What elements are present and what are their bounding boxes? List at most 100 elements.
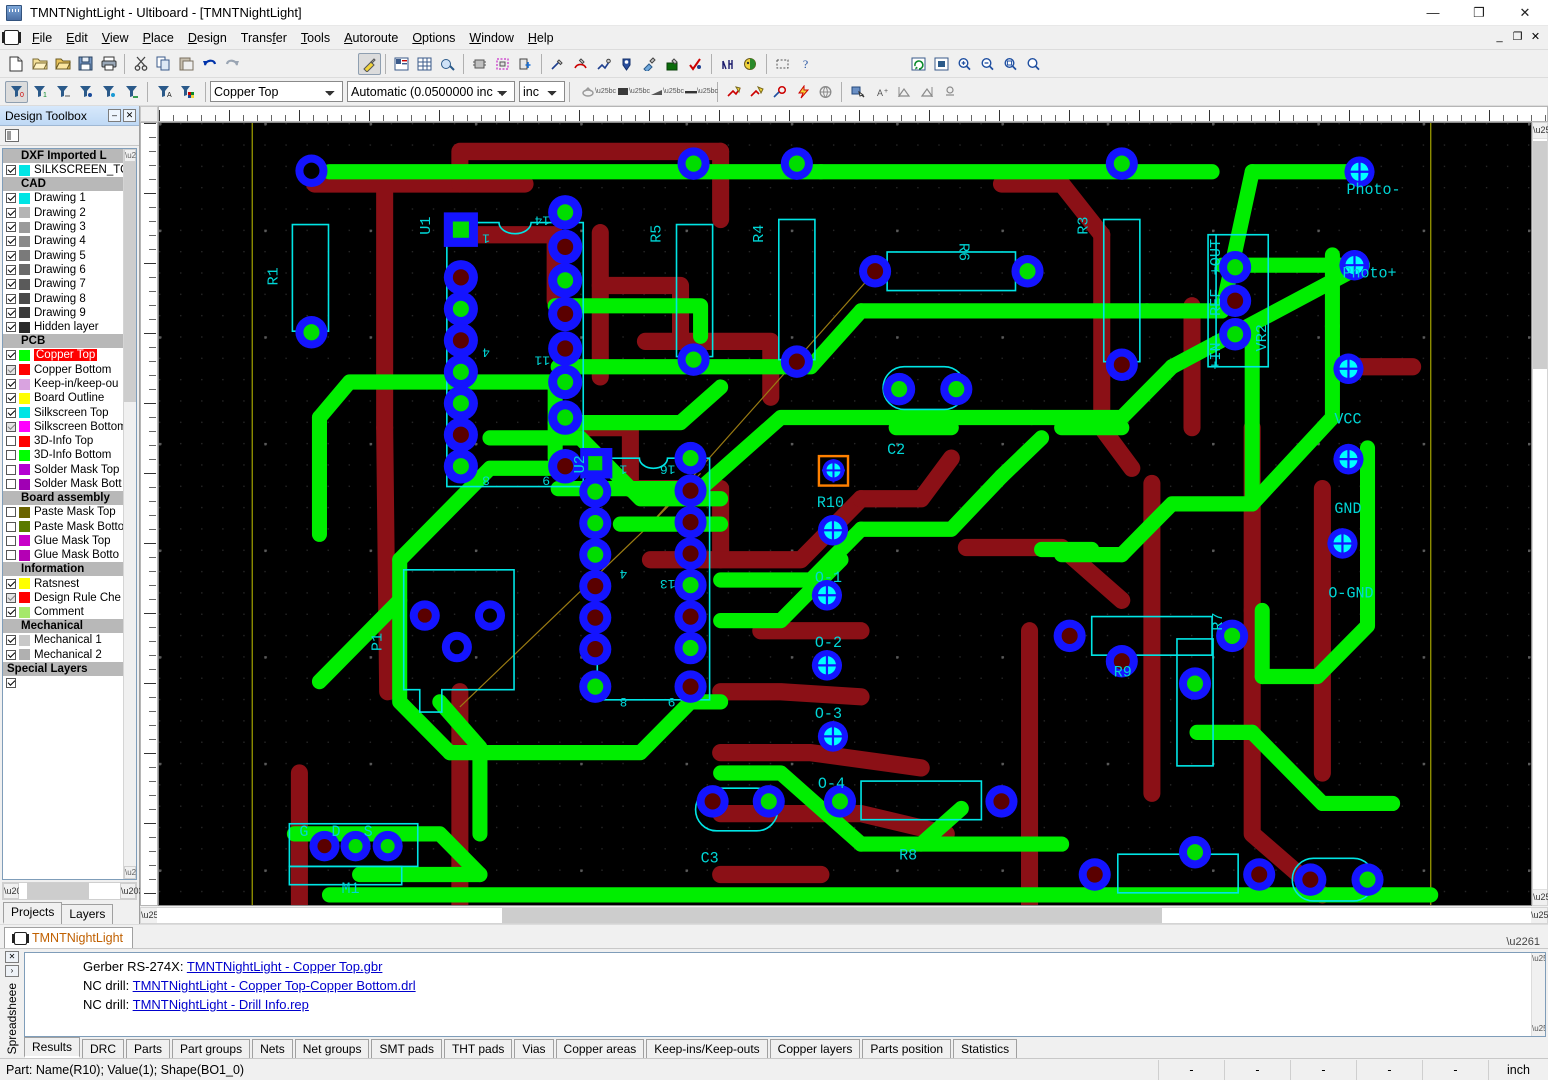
layer-color-swatch[interactable] xyxy=(19,549,30,561)
minimize-button[interactable]: — xyxy=(1410,0,1456,26)
layer-row[interactable]: Silkscreen Top xyxy=(3,405,123,419)
layer-filter-a-icon[interactable]: A xyxy=(152,81,175,103)
line-width-dropdown[interactable]: \u25bc xyxy=(697,81,718,103)
mdi-minimize-button[interactable]: _ xyxy=(1491,29,1508,46)
spreadsheet-tab-net-groups[interactable]: Net groups xyxy=(294,1039,370,1058)
color-icon[interactable] xyxy=(739,53,762,75)
spreadsheet-tab-smt-pads[interactable]: SMT pads xyxy=(371,1039,442,1058)
spreadsheet-close-button[interactable]: ✕ xyxy=(5,951,19,963)
spreadsheet-tab-results[interactable]: Results xyxy=(24,1037,81,1058)
spreadsheet-tab-statistics[interactable]: Statistics xyxy=(953,1039,1018,1058)
design-toolbox-close-button[interactable]: ✕ xyxy=(123,109,136,122)
layer-row[interactable]: SILKSCREEN_TO xyxy=(3,163,123,177)
layer-filter-2-icon[interactable] xyxy=(51,81,74,103)
new-file-icon[interactable] xyxy=(5,53,28,75)
layer-row[interactable]: Drawing 7 xyxy=(3,277,123,291)
menu-design[interactable]: Design xyxy=(181,28,234,48)
results-list[interactable]: Gerber RS-274X: TMNTNightLight - Copper … xyxy=(24,952,1546,1037)
layer-color-swatch[interactable] xyxy=(19,235,30,247)
layer-color-swatch[interactable] xyxy=(19,407,30,419)
layer-color-icon[interactable] xyxy=(175,81,198,103)
layer-row[interactable]: 3D-Info Bottom xyxy=(3,448,123,462)
layer-color-swatch[interactable] xyxy=(19,506,30,518)
layer-color-swatch[interactable] xyxy=(19,478,30,490)
paste-icon[interactable] xyxy=(175,53,198,75)
layer-visibility-checkbox[interactable] xyxy=(6,207,16,218)
open-file-icon[interactable] xyxy=(28,53,51,75)
layer-color-swatch[interactable] xyxy=(19,221,30,233)
layer-row[interactable]: Glue Mask Botto xyxy=(3,548,123,562)
layer-visibility-checkbox[interactable] xyxy=(6,535,16,546)
result-link[interactable]: TMNTNightLight - Drill Info.rep xyxy=(133,997,309,1012)
globe-icon[interactable] xyxy=(814,81,837,103)
layer-row[interactable]: Drawing 1 xyxy=(3,191,123,205)
layer-list[interactable]: DXF Imported L SILKSCREEN_TO CAD Drawing 1D… xyxy=(2,148,137,880)
menu-window[interactable]: Window xyxy=(462,28,520,48)
spreadsheet-tab-tht-pads[interactable]: THT pads xyxy=(443,1039,513,1058)
design-toolbox-minimize-button[interactable]: – xyxy=(108,109,121,122)
layer-row[interactable]: Mechanical 2 xyxy=(3,648,123,662)
result-link[interactable]: TMNTNightLight - Copper Top-Copper Botto… xyxy=(133,978,416,993)
menu-tools[interactable]: Tools xyxy=(294,28,337,48)
layer-color-swatch[interactable] xyxy=(19,364,30,376)
open-folder-icon[interactable] xyxy=(51,53,74,75)
zoom-area-icon[interactable] xyxy=(1022,53,1045,75)
layer-visibility-checkbox[interactable] xyxy=(6,293,16,304)
layer-row[interactable]: Board Outline xyxy=(3,391,123,405)
canvas-vscroll-thumb[interactable] xyxy=(1533,141,1547,369)
tab-overflow-icon[interactable]: \u2261 xyxy=(1506,936,1548,948)
autoroute-icon[interactable] xyxy=(722,81,745,103)
results-scroll-up[interactable]: \u25b2 xyxy=(1532,953,1545,966)
layer-list-scroll-down[interactable]: \u25bc xyxy=(124,866,136,879)
shape-style-dropdown[interactable]: \u25bc xyxy=(595,81,616,103)
layer-row[interactable]: Copper Top xyxy=(3,348,123,362)
layer-row[interactable]: Silkscreen Bottom xyxy=(3,420,123,434)
print-icon[interactable] xyxy=(97,53,120,75)
redo-icon[interactable] xyxy=(221,53,244,75)
layer-color-swatch[interactable] xyxy=(19,250,30,262)
cut-icon[interactable] xyxy=(129,53,152,75)
select-move-icon[interactable] xyxy=(846,81,869,103)
menu-edit[interactable]: Edit xyxy=(59,28,95,48)
layer-list-scroll-right[interactable]: \u203a xyxy=(120,883,149,899)
layer-color-swatch[interactable] xyxy=(19,521,30,533)
layer-visibility-checkbox[interactable] xyxy=(6,578,16,589)
layer-list-scroll-thumb[interactable] xyxy=(124,162,136,402)
menu-file[interactable]: File xyxy=(25,28,59,48)
layer-row[interactable]: Drawing 4 xyxy=(3,234,123,248)
place-via-icon[interactable] xyxy=(615,53,638,75)
layer-row[interactable]: Keep-in/keep-ou xyxy=(3,377,123,391)
layer-row[interactable]: Drawing 3 xyxy=(3,220,123,234)
align-right-icon[interactable] xyxy=(915,81,938,103)
spreadsheet-tab-copper-areas[interactable]: Copper areas xyxy=(555,1039,645,1058)
layer-visibility-checkbox[interactable] xyxy=(6,450,16,461)
layer-color-swatch[interactable] xyxy=(19,634,30,646)
layer-row[interactable]: Drawing 2 xyxy=(3,206,123,220)
layer-visibility-checkbox[interactable] xyxy=(6,379,16,389)
layer-color-swatch[interactable] xyxy=(19,293,30,305)
unit-select[interactable]: incmilmm xyxy=(519,81,565,102)
layer-visibility-checkbox[interactable] xyxy=(6,193,16,204)
layer-row[interactable]: Drawing 5 xyxy=(3,248,123,262)
layer-list-hthumb[interactable] xyxy=(27,883,89,899)
layer-row[interactable]: Ratsnest xyxy=(3,576,123,590)
place-arc-icon[interactable] xyxy=(569,53,592,75)
spreadsheet-tab-keep-ins-keep-outs[interactable]: Keep-ins/Keep-outs xyxy=(646,1039,768,1058)
canvas-scroll-up[interactable]: \u25b2 xyxy=(1533,123,1548,139)
database-icon[interactable] xyxy=(390,53,413,75)
layer-color-swatch[interactable] xyxy=(19,264,30,276)
zoom-out-icon[interactable] xyxy=(976,53,999,75)
layer-row[interactable]: Paste Mask Top xyxy=(3,505,123,519)
layer-color-swatch[interactable] xyxy=(19,192,30,204)
pen-style-dropdown[interactable]: \u25bc xyxy=(663,81,684,103)
layer-visibility-checkbox[interactable] xyxy=(6,322,16,333)
layer-row[interactable]: Paste Mask Botto xyxy=(3,520,123,534)
spreadsheet-expand-button[interactable]: › xyxy=(5,965,19,977)
layer-color-swatch[interactable] xyxy=(19,435,30,447)
canvas-horizontal-scrollbar[interactable]: \u25c0 \u25b6 xyxy=(140,907,1548,924)
layer-properties-icon[interactable] xyxy=(5,129,19,142)
layer-visibility-checkbox[interactable] xyxy=(6,421,16,432)
menu-help[interactable]: Help xyxy=(521,28,561,48)
align-center-icon[interactable] xyxy=(938,81,961,103)
layer-row[interactable]: 3D-Info Top xyxy=(3,434,123,448)
